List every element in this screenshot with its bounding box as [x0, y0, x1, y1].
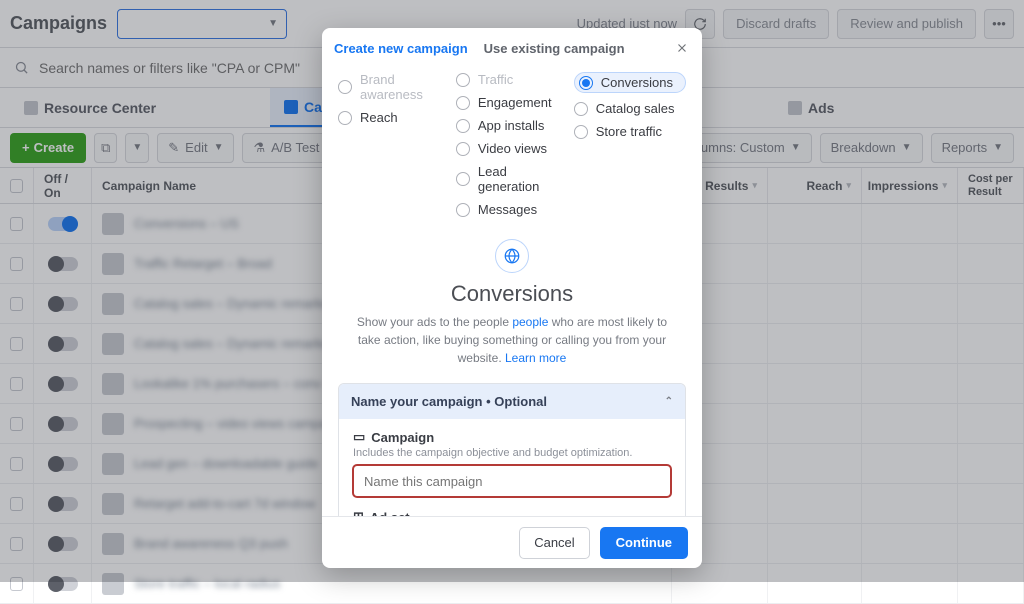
- campaign-label: Campaign: [371, 430, 434, 445]
- objective-traffic[interactable]: Traffic: [456, 72, 566, 87]
- accordion-header[interactable]: Name your campaign • Optional ⌃: [339, 384, 685, 419]
- objective-reach[interactable]: Reach: [338, 110, 448, 125]
- objective-title: Conversions: [338, 281, 686, 307]
- cancel-button[interactable]: Cancel: [519, 527, 589, 559]
- campaign-name-input[interactable]: [353, 465, 671, 497]
- modal-tab-new[interactable]: Create new campaign: [334, 41, 468, 56]
- objective-video-views[interactable]: Video views: [456, 141, 566, 156]
- naming-accordion: Name your campaign • Optional ⌃ ▭ Campaig…: [338, 383, 686, 516]
- objective-messages[interactable]: Messages: [456, 202, 566, 217]
- modal-footer: Cancel Continue: [322, 516, 702, 568]
- create-campaign-modal: Create new campaign Use existing campaig…: [322, 28, 702, 568]
- objective-store-traffic[interactable]: Store traffic: [574, 124, 686, 139]
- objective-grid: Brand awareness Reach Traffic Engagement…: [338, 72, 686, 217]
- modal-tab-existing[interactable]: Use existing campaign: [484, 41, 625, 56]
- globe-icon: [495, 239, 529, 273]
- adset-label: Ad set: [370, 510, 410, 517]
- modal-body[interactable]: Brand awareness Reach Traffic Engagement…: [322, 68, 702, 516]
- objective-description: Show your ads to the people people who a…: [338, 313, 686, 367]
- people-link[interactable]: people: [512, 315, 548, 329]
- objective-conversions[interactable]: Conversions: [574, 72, 686, 93]
- continue-button[interactable]: Continue: [600, 527, 688, 559]
- folder-icon: ▭: [353, 429, 365, 445]
- campaign-sub: Includes the campaign objective and budg…: [353, 447, 671, 459]
- objective-lead-gen[interactable]: Lead generation: [456, 164, 566, 194]
- grid-icon: ⊞: [353, 509, 364, 516]
- objective-app-installs[interactable]: App installs: [456, 118, 566, 133]
- accordion-title: Name your campaign • Optional: [351, 394, 547, 409]
- objective-catalog-sales[interactable]: Catalog sales: [574, 101, 686, 116]
- objective-brand-awareness[interactable]: Brand awareness: [338, 72, 448, 102]
- modal-header: Create new campaign Use existing campaig…: [322, 28, 702, 68]
- learn-more-link[interactable]: Learn more: [505, 351, 566, 365]
- chevron-up-icon: ⌃: [665, 396, 673, 407]
- close-icon[interactable]: [668, 34, 696, 62]
- objective-engagement[interactable]: Engagement: [456, 95, 566, 110]
